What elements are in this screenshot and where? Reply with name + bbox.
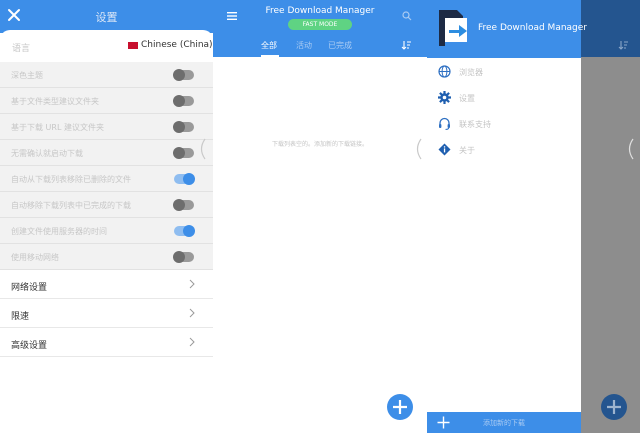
setting-label: 无需确认就启动下载 [11, 149, 83, 158]
nav-advanced-settings[interactable]: 高级设置 [0, 328, 213, 357]
plus-icon [393, 400, 407, 414]
drawer-header: Free Download Manager [427, 0, 587, 58]
info-icon [438, 143, 451, 156]
drawer-item-about[interactable]: 关于 [427, 137, 581, 163]
sort-icon[interactable] [401, 40, 412, 50]
nav-speed-limit[interactable]: 限速 [0, 299, 213, 328]
drawer-item-label: 设置 [459, 94, 475, 103]
downloads-panel: Free Download Manager FAST MODE 全部 活动 已完… [200, 0, 427, 433]
folder-by-type-toggle[interactable] [173, 95, 194, 107]
setting-dark-theme[interactable]: 深色主题 [0, 62, 213, 88]
setting-server-time[interactable]: 创建文件使用服务器的时间 [0, 218, 213, 244]
server-time-toggle[interactable] [174, 225, 195, 237]
drawer-item-browser[interactable]: 浏览器 [427, 59, 581, 85]
nav-label: 高级设置 [11, 341, 48, 351]
china-flag-icon [128, 42, 138, 49]
setting-label: 深色主题 [11, 71, 43, 80]
fdm-logo-icon [439, 10, 467, 46]
sort-icon [618, 41, 628, 50]
remove-completed-toggle[interactable] [173, 199, 194, 211]
nav-label: 网络设置 [11, 283, 48, 293]
empty-list-message: 下载列表空的。添加新的下载链接。 [271, 141, 368, 148]
drawer-brand: Free Download Manager [478, 23, 588, 33]
toggle-list: 深色主题 基于文件类型建议文件夹 基于下载 URL 建议文件夹 无需确认就启动下… [0, 62, 213, 270]
add-download-button[interactable] [387, 394, 413, 420]
toggle-knob [173, 251, 185, 263]
toggle-knob [173, 199, 185, 211]
toggle-knob [173, 69, 185, 81]
toggle-knob [183, 173, 195, 185]
drawer-add-download-bar[interactable]: 添加新的下载 [427, 412, 581, 433]
settings-toolbar: 设置 [0, 0, 213, 33]
chevron-right-icon [189, 308, 195, 318]
setting-remove-deleted[interactable]: 自动从下载列表移除已删除的文件 [0, 166, 213, 192]
setting-label: 自动从下载列表移除已删除的文件 [11, 175, 131, 184]
toggle-knob [173, 95, 185, 107]
downloads-toolbar: Free Download Manager FAST MODE 全部 活动 已完… [213, 0, 427, 57]
drawer-item-label: 联系支持 [459, 120, 491, 129]
globe-icon [438, 65, 451, 78]
toggle-knob [183, 225, 195, 237]
language-row[interactable]: 语言 Chinese (China) [0, 30, 213, 62]
drawer-screen: Free Download Manager 浏览器 设置 联系支持 关于 添加新… [427, 0, 640, 433]
toggle-knob [173, 147, 185, 159]
setting-label: 基于下载 URL 建议文件夹 [11, 123, 104, 132]
headset-icon [439, 117, 450, 130]
setting-label: 使用移动网络 [11, 253, 59, 262]
dimmed-add-button [601, 394, 627, 420]
setting-mobile-network[interactable]: 使用移动网络 [0, 244, 213, 270]
chevron-right-icon [189, 279, 195, 289]
tab-completed[interactable]: 已完成 [328, 40, 352, 51]
chevron-right-icon [189, 337, 195, 347]
language-value: Chinese (China) [141, 40, 213, 50]
navigation-drawer: Free Download Manager 浏览器 设置 联系支持 关于 添加新… [427, 0, 587, 433]
download-tabs: 全部 活动 已完成 [213, 33, 427, 57]
setting-label: 创建文件使用服务器的时间 [11, 227, 107, 236]
settings-title: 设置 [95, 11, 118, 24]
drawer-item-support[interactable]: 联系支持 [427, 111, 581, 137]
setting-start-without-confirm[interactable]: 无需确认就启动下载 [0, 140, 213, 166]
drawer-item-label: 关于 [459, 146, 475, 155]
settings-panel: 设置 语言 Chinese (China) 深色主题 基于文件类型建议文件夹 基… [0, 0, 213, 433]
setting-remove-completed[interactable]: 自动移除下载列表中已完成的下载 [0, 192, 213, 218]
drawer-item-settings[interactable]: 设置 [427, 85, 581, 111]
fast-mode-badge[interactable]: FAST MODE [288, 19, 352, 30]
dark-theme-toggle[interactable] [173, 69, 194, 81]
mobile-network-toggle[interactable] [173, 251, 194, 263]
panel-edge-arc-icon [200, 138, 206, 160]
start-without-confirm-toggle[interactable] [173, 147, 194, 159]
setting-folder-by-url[interactable]: 基于下载 URL 建议文件夹 [0, 114, 213, 140]
gear-icon [438, 91, 451, 104]
tab-active[interactable]: 活动 [296, 40, 312, 51]
nav-label: 限速 [11, 312, 30, 322]
nav-network-settings[interactable]: 网络设置 [0, 270, 213, 299]
setting-folder-by-type[interactable]: 基于文件类型建议文件夹 [0, 88, 213, 114]
setting-label: 基于文件类型建议文件夹 [11, 97, 99, 106]
panel-edge-arc-icon [416, 138, 422, 160]
drawer-item-label: 浏览器 [459, 68, 483, 77]
drawer-add-label: 添加新的下载 [483, 419, 525, 427]
tab-indicator [261, 55, 279, 57]
remove-deleted-toggle[interactable] [174, 173, 195, 185]
tab-all[interactable]: 全部 [261, 40, 277, 51]
plus-icon [607, 400, 621, 414]
folder-by-url-toggle[interactable] [173, 121, 194, 133]
setting-label: 自动移除下载列表中已完成的下载 [11, 201, 131, 210]
app-title: Free Download Manager [265, 6, 375, 16]
toggle-knob [173, 121, 185, 133]
search-icon[interactable] [402, 11, 412, 21]
language-label: 语言 [12, 44, 31, 54]
panel-edge-arc-icon [628, 138, 634, 160]
